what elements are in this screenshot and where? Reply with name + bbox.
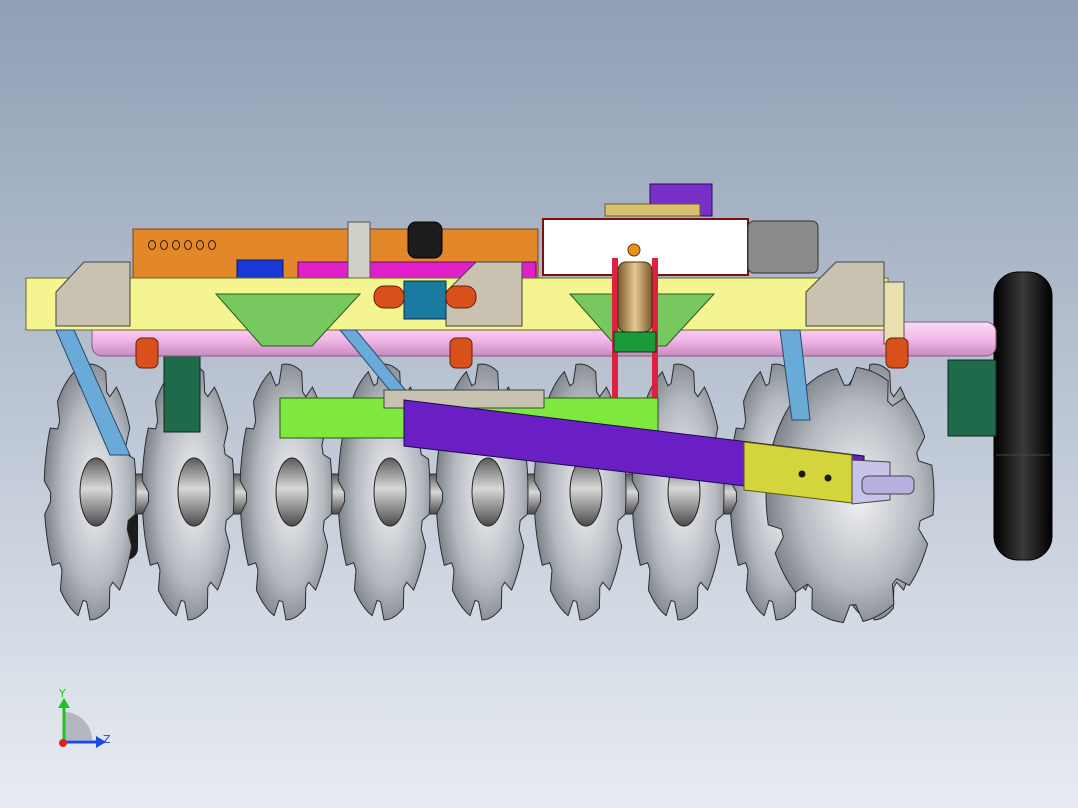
tire[interactable] <box>993 271 1053 561</box>
spring-base[interactable] <box>613 331 657 353</box>
disc-hub <box>471 457 505 527</box>
transport-wheel[interactable] <box>993 271 1053 561</box>
axle-bracket-left[interactable] <box>135 337 159 369</box>
cad-model-canvas[interactable]: Y Z <box>0 0 1078 808</box>
disc-hub <box>275 457 309 527</box>
top-plate[interactable] <box>604 203 701 217</box>
triad-origin-x-axis <box>59 739 67 747</box>
bearing-block[interactable] <box>163 355 201 433</box>
hitch-clevis[interactable] <box>861 475 915 495</box>
axle-bracket-mid[interactable] <box>449 337 473 369</box>
wheel-spindle[interactable] <box>947 359 997 437</box>
center-teal-clamp[interactable] <box>403 280 447 320</box>
frame-end-plate[interactable] <box>883 281 905 345</box>
center-orange-clamp[interactable] <box>373 285 405 309</box>
disc-hub <box>79 457 113 527</box>
cad-graphics-viewport[interactable]: Y Z <box>0 0 1078 808</box>
cap-knob[interactable] <box>407 221 443 259</box>
upright-post[interactable] <box>347 221 371 281</box>
axle-bracket-right[interactable] <box>885 337 909 369</box>
spring-coil[interactable] <box>617 261 653 333</box>
disc-hub <box>373 457 407 527</box>
drawbar-hole-1 <box>798 470 806 478</box>
blue-bracket[interactable] <box>236 259 284 281</box>
triad-y-label: Y <box>58 687 66 700</box>
drawbar-hole-2 <box>824 474 832 482</box>
spring-top-cap <box>627 243 641 257</box>
disc-hub <box>177 457 211 527</box>
triad-z-label: Z <box>103 733 111 746</box>
center-orange-clamp-right[interactable] <box>445 285 477 309</box>
grey-housing[interactable] <box>747 220 819 274</box>
